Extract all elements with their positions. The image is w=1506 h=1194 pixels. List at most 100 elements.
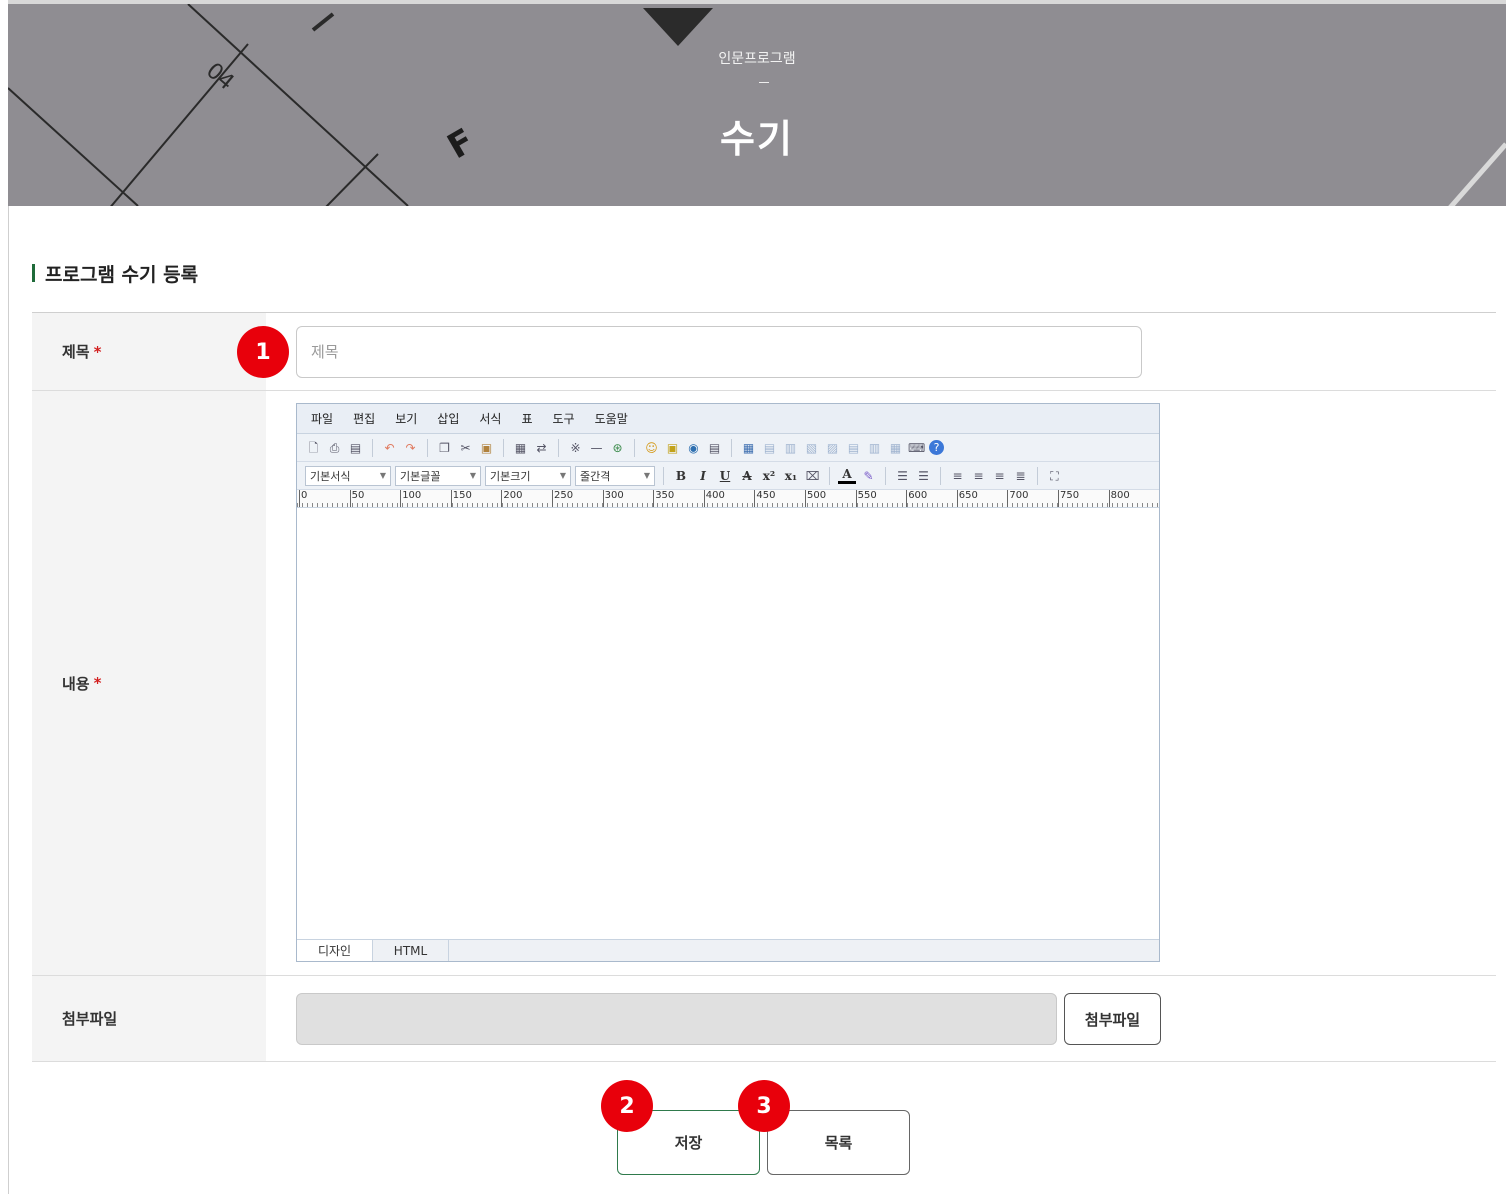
section-heading-text: 프로그램 수기 등록: [45, 263, 199, 286]
redo-icon[interactable]: ↷: [402, 440, 419, 456]
attachment-file-display: [296, 993, 1057, 1045]
menu-view[interactable]: 보기: [395, 410, 417, 427]
insert-row-icon[interactable]: ▤: [845, 440, 862, 456]
align-left-icon[interactable]: ≡: [949, 468, 966, 484]
content-label: 내용 *: [32, 391, 266, 975]
ruler-tick-label: 400: [703, 490, 725, 507]
bold-icon[interactable]: B: [672, 469, 690, 483]
print-preview-icon[interactable]: ▤: [347, 440, 364, 456]
required-mark: *: [93, 342, 102, 361]
ruler-tick-label: 550: [855, 490, 877, 507]
clear-format-icon[interactable]: ⌧: [804, 468, 821, 484]
italic-icon[interactable]: I: [694, 469, 712, 483]
editor-content-area[interactable]: [297, 511, 1159, 939]
align-center-icon[interactable]: ≡: [970, 468, 987, 484]
find-replace-icon[interactable]: ⇄: [533, 440, 550, 456]
ruler-tick-label: 650: [956, 490, 978, 507]
menu-edit[interactable]: 편집: [353, 410, 375, 427]
menu-tools[interactable]: 도구: [553, 410, 575, 427]
toolbar-divider: [1037, 466, 1038, 485]
content-label-text: 내용: [62, 674, 90, 693]
image-icon[interactable]: ▣: [664, 440, 681, 456]
ruler-minor-ticks: [297, 503, 1159, 507]
new-document-icon[interactable]: 🗋: [305, 440, 322, 456]
table-icon[interactable]: ▦: [740, 440, 757, 456]
attach-file-button[interactable]: 첨부파일: [1064, 993, 1161, 1045]
insert-col-icon[interactable]: ▥: [866, 440, 883, 456]
superscript-icon[interactable]: x²: [760, 469, 778, 483]
paste-icon[interactable]: ▣: [478, 440, 495, 456]
special-char-icon[interactable]: ※: [567, 440, 584, 456]
banner-divider: [759, 82, 769, 83]
toolbar-divider: [372, 438, 373, 457]
merge-cells-icon[interactable]: ▧: [803, 440, 820, 456]
horizontal-rule-icon[interactable]: —: [588, 440, 605, 456]
unordered-list-icon[interactable]: ☰: [915, 468, 932, 484]
ruler-tick-label: 500: [805, 490, 826, 507]
line-spacing-select-value: 줄간격: [580, 469, 611, 483]
link-icon[interactable]: ⊛: [609, 440, 626, 456]
strikethrough-icon[interactable]: A: [738, 469, 756, 483]
toolbar-divider: [634, 438, 635, 457]
ordered-list-icon[interactable]: ☰: [894, 468, 911, 484]
chevron-down-icon: ▼: [379, 471, 386, 480]
highlight-icon[interactable]: ✎: [860, 468, 877, 484]
size-select-value: 기본크기: [490, 469, 531, 483]
delete-row-icon[interactable]: ▦: [887, 440, 904, 456]
font-color-icon[interactable]: A: [838, 467, 856, 484]
size-select[interactable]: 기본크기 ▼: [485, 465, 571, 486]
tab-html[interactable]: HTML: [373, 940, 449, 961]
align-right-icon[interactable]: ≡: [991, 468, 1008, 484]
font-select[interactable]: 기본글꼴 ▼: [395, 465, 481, 486]
editor-ruler: 0 50 100 150 200 250 300 350 400 450 500 550 600 650 7…: [297, 490, 1159, 508]
fullscreen-icon[interactable]: ⛶: [1046, 468, 1063, 484]
ruler-tick-label: 350: [653, 490, 674, 507]
undo-icon[interactable]: ↶: [381, 440, 398, 456]
title-input[interactable]: [296, 326, 1142, 378]
chevron-down-icon: ▼: [643, 471, 650, 480]
ruler-tick-label: 450: [754, 490, 775, 507]
banner-background-image: 04 F: [8, 4, 1506, 206]
print-icon[interactable]: ⎙: [326, 440, 343, 456]
ruler-tick-label: 0: [299, 490, 307, 507]
toolbar-divider: [503, 438, 504, 457]
line-spacing-select[interactable]: 줄간격 ▼: [575, 465, 655, 486]
callout-badge: 2: [601, 1080, 653, 1132]
toolbar-divider: [885, 466, 886, 485]
format-select-value: 기본서식: [310, 469, 351, 483]
help-icon[interactable]: ?: [929, 440, 944, 455]
format-select[interactable]: 기본서식 ▼: [305, 465, 391, 486]
ruler-tick-label: 700: [1007, 490, 1028, 507]
list-button[interactable]: 목록: [767, 1110, 910, 1175]
table-props-icon[interactable]: ▤: [761, 440, 778, 456]
rich-text-editor: 파일 편집 보기 삽입 서식 표 도구 도움말 🗋 ⎙ ▤ ↶ ↷ ❐ ✂ ▣: [296, 403, 1160, 962]
banner-breadcrumb: 인문프로그램: [718, 51, 796, 67]
cell-props-icon[interactable]: ▥: [782, 440, 799, 456]
page-title: 수기: [720, 117, 794, 161]
keyboard-icon[interactable]: ⌨: [908, 440, 925, 456]
menu-help[interactable]: 도움말: [595, 410, 628, 427]
align-justify-icon[interactable]: ≣: [1012, 468, 1029, 484]
ruler-tick-label: 800: [1108, 490, 1130, 507]
editor-mode-tabs: 디자인 HTML: [297, 939, 1159, 961]
menu-insert[interactable]: 삽입: [437, 410, 459, 427]
title-label: 제목 *: [32, 313, 266, 390]
cut-icon[interactable]: ✂: [457, 440, 474, 456]
subscript-icon[interactable]: x₁: [782, 469, 800, 483]
tab-design[interactable]: 디자인: [297, 940, 373, 961]
title-label-text: 제목: [62, 343, 90, 361]
toolbar-divider: [558, 438, 559, 457]
select-all-icon[interactable]: ▦: [512, 440, 529, 456]
ruler-tick-label: 100: [400, 490, 421, 507]
menu-format[interactable]: 서식: [479, 410, 501, 427]
split-cells-icon[interactable]: ▨: [824, 440, 841, 456]
underline-icon[interactable]: U: [716, 469, 734, 483]
emoticon-icon[interactable]: ☺: [643, 440, 660, 456]
media-icon[interactable]: ◉: [685, 440, 702, 456]
editor-toolbar-1: 🗋 ⎙ ▤ ↶ ↷ ❐ ✂ ▣ ▦ ⇄ ※ — ⊛ ☺ ▣ ◉ ▤ ▦ ▤ ▥ …: [297, 434, 1159, 462]
menu-table[interactable]: 표: [521, 410, 532, 427]
ruler-tick-label: 600: [906, 490, 927, 507]
form-icon[interactable]: ▤: [706, 440, 723, 456]
menu-file[interactable]: 파일: [311, 410, 333, 427]
copy-icon[interactable]: ❐: [436, 440, 453, 456]
